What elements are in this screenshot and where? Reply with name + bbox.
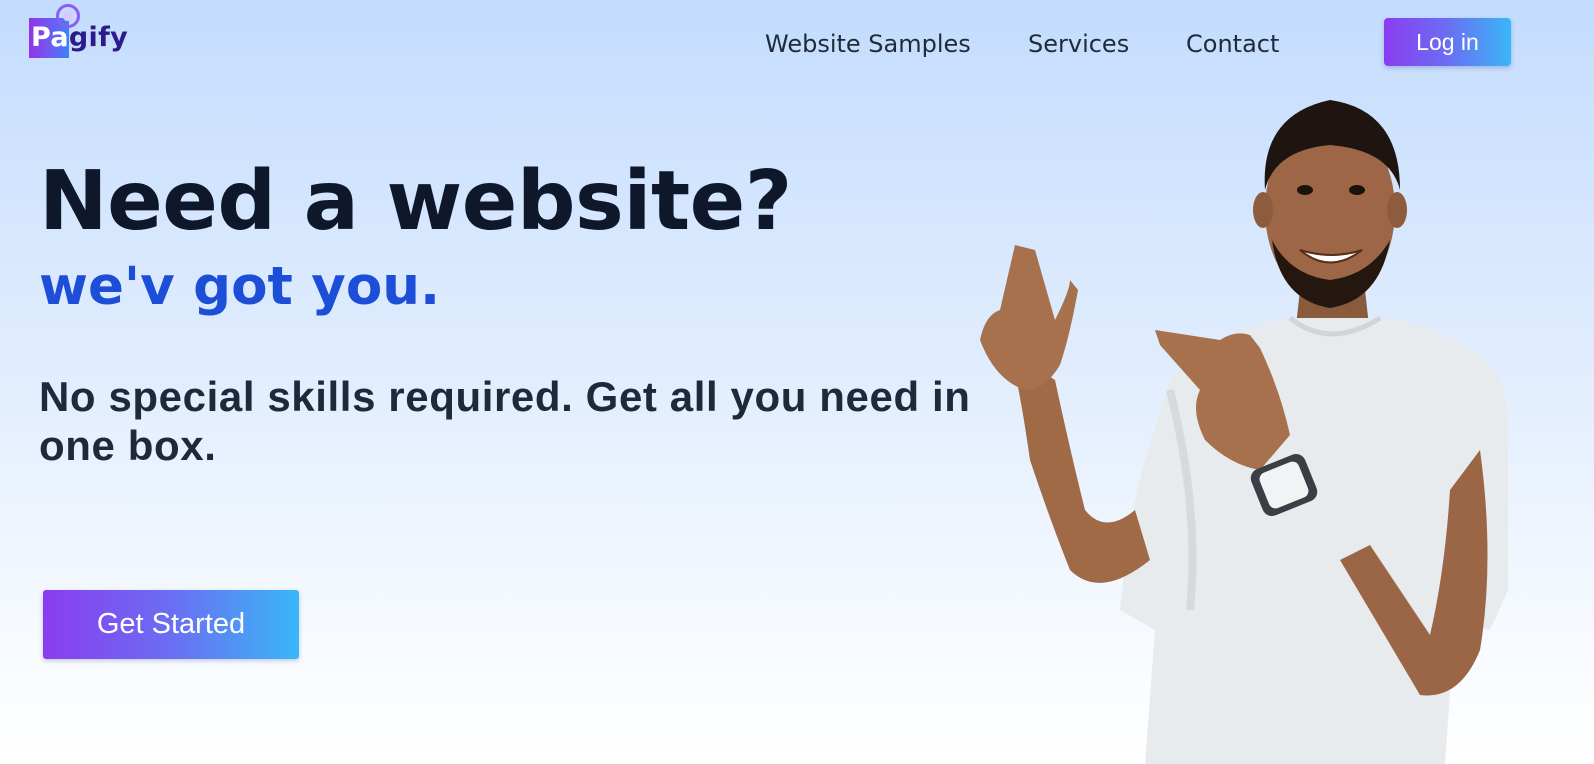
hero-description: No special skills required. Get all you … [39, 373, 971, 469]
pagify-logo[interactable]: Pagify [29, 4, 139, 58]
nav-link-services[interactable]: Services [1028, 28, 1129, 60]
left-eye [1297, 185, 1313, 195]
get-started-button[interactable]: Get Started [43, 590, 299, 659]
right-ear [1387, 192, 1407, 228]
logo-text-rest: gify [68, 22, 129, 53]
right-eye [1349, 185, 1365, 195]
nav-link-contact[interactable]: Contact [1186, 28, 1279, 60]
person-pointing-illustration-icon [980, 100, 1508, 764]
logo-text: Pagify [31, 22, 128, 54]
left-ear [1253, 192, 1273, 228]
nav-link-website-samples[interactable]: Website Samples [765, 28, 971, 60]
hero-headline: Need a website? [39, 154, 792, 249]
login-button[interactable]: Log in [1384, 18, 1511, 66]
hero-subheadline: we'v got you. [39, 256, 441, 317]
logo-text-highlight: Pa [31, 22, 69, 53]
left-hand-shape [980, 245, 1078, 390]
